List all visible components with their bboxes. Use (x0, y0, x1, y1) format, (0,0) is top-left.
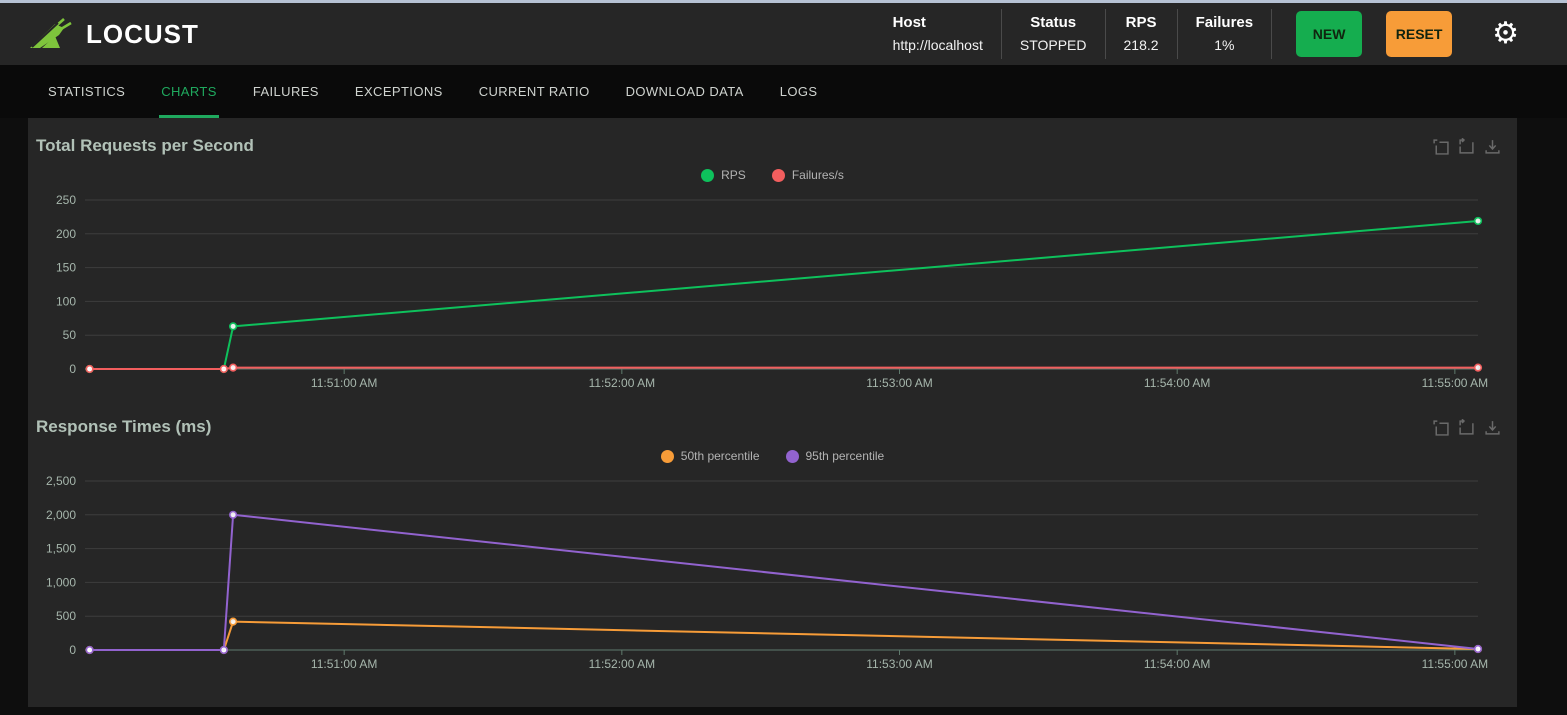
chart-title: Total Requests per Second (36, 136, 254, 155)
legend-label: Failures/s (791, 168, 844, 182)
stat-value: 218.2 (1123, 37, 1159, 53)
data-point-marker (85, 364, 94, 374)
stat-value: http://localhost (892, 37, 983, 53)
restore-icon[interactable] (1458, 419, 1475, 436)
y-axis-tick-label: 50 (63, 328, 77, 342)
tab-failures[interactable]: FAILURES (251, 65, 321, 118)
response-times-chart-canvas[interactable]: 0 500 1,000 1,500 2,000 2,500 11:51:00 AM 11:52… (28, 471, 1517, 686)
data-point-marker (228, 363, 238, 372)
data-point-marker (1473, 216, 1483, 226)
y-axis-tick-label: 200 (56, 227, 76, 241)
legend-label: 95th percentile (805, 449, 885, 463)
app-header: LOCUST Host http://localhost Status STOPPED… (0, 3, 1567, 65)
x-axis-tick-label: 11:52:00 AM (589, 376, 656, 390)
stat-value: 1% (1214, 37, 1235, 53)
chart-legend: 50th percentile 95th percentile (28, 445, 1517, 467)
stat-rps: RPS 218.2 (1106, 9, 1178, 59)
legend-dot (785, 449, 799, 463)
legend-label: RPS (721, 168, 746, 182)
tab-exceptions[interactable]: EXCEPTIONS (353, 65, 445, 118)
y-axis-tick-label: 250 (56, 193, 76, 207)
tab-statistics[interactable]: STATISTICS (46, 65, 127, 118)
reset-button[interactable]: RESET (1386, 11, 1453, 57)
data-point-marker (228, 322, 238, 331)
y-axis-tick-label: 150 (56, 261, 76, 275)
stat-failures: Failures 1% (1178, 9, 1273, 59)
y-axis-tick-label: 0 (69, 643, 76, 657)
chart-title: Response Times (ms) (36, 417, 212, 436)
tab-logs[interactable]: LOGS (778, 65, 820, 118)
x-axis-tick-label: 11:54:00 AM (1144, 657, 1211, 671)
legend-dot (701, 168, 715, 182)
data-point-marker (1473, 644, 1483, 654)
chart-panel-response-times: Response Times (ms) 50th percentile 95th p… (28, 405, 1517, 686)
x-axis-tick-label: 11:51:00 AM (311, 376, 378, 390)
y-axis-tick-label: 1,500 (46, 542, 76, 556)
chart-legend: RPS Failures/s (28, 164, 1517, 186)
y-axis-tick-label: 1,000 (46, 575, 76, 589)
x-axis-tick-label: 11:51:00 AM (311, 657, 378, 671)
chart-toolbox (1432, 419, 1501, 436)
legend-item-95th-percentile[interactable]: 95th percentile (785, 449, 885, 463)
y-axis-tick-label: 100 (56, 294, 76, 308)
legend-item-50th-percentile[interactable]: 50th percentile (660, 449, 760, 463)
data-point-marker (219, 645, 228, 655)
stat-host: Host http://localhost (875, 9, 1002, 59)
x-axis-tick-label: 11:54:00 AM (1144, 376, 1211, 390)
data-point-marker (1473, 363, 1483, 372)
chart-panel-total-rps: Total Requests per Second RPS Failures/s 0 5… (28, 124, 1517, 405)
stat-status: Status STOPPED (1002, 9, 1106, 59)
x-axis-tick-label: 11:55:00 AM (1422, 657, 1489, 671)
gear-icon[interactable]: ⚙ (1492, 19, 1519, 49)
y-axis-tick-label: 2,000 (46, 508, 76, 522)
y-axis-tick-label: 0 (69, 362, 76, 376)
stat-label: Host (892, 14, 926, 31)
tab-charts[interactable]: CHARTS (159, 65, 219, 118)
tab-download-data[interactable]: DOWNLOAD DATA (624, 65, 746, 118)
legend-item-failures-s[interactable]: Failures/s (771, 168, 844, 182)
logo-text: LOCUST (86, 18, 199, 49)
data-point-marker (85, 645, 94, 655)
new-button[interactable]: NEW (1296, 11, 1363, 57)
chart-toolbox (1432, 138, 1501, 155)
header-stats: Host http://localhost Status STOPPED RPS 218.… (875, 9, 1273, 59)
data-point-marker (219, 364, 228, 374)
x-axis-tick-label: 11:53:00 AM (866, 657, 933, 671)
rps-chart-canvas[interactable]: 0 50 100 150 200 250 11:51:00 AM 11:52:00 AM 11:… (28, 190, 1517, 405)
data-zoom-icon[interactable] (1432, 138, 1449, 155)
stat-label: Failures (1195, 14, 1254, 31)
x-axis-tick-label: 11:55:00 AM (1422, 376, 1489, 390)
restore-icon[interactable] (1458, 138, 1475, 155)
y-axis-tick-label: 500 (56, 609, 76, 623)
legend-label: 50th percentile (680, 449, 760, 463)
x-axis-tick-label: 11:52:00 AM (589, 657, 656, 671)
stat-value: STOPPED (1019, 37, 1087, 53)
data-point-marker (228, 617, 238, 626)
data-zoom-icon[interactable] (1432, 419, 1449, 436)
save-image-icon[interactable] (1484, 419, 1501, 436)
y-axis-tick-label: 2,500 (46, 474, 76, 488)
stat-label: RPS (1125, 14, 1157, 31)
tab-bar: STATISTICS CHARTS FAILURES EXCEPTIONS CURREN… (0, 65, 1567, 118)
tab-current-ratio[interactable]: CURRENT RATIO (477, 65, 592, 118)
legend-dot (771, 168, 785, 182)
stat-label: Status (1030, 14, 1077, 31)
legend-dot (660, 449, 674, 463)
charts-container: Total Requests per Second RPS Failures/s 0 5… (28, 118, 1517, 707)
locust-icon (30, 18, 72, 48)
data-point-marker (228, 510, 238, 519)
save-image-icon[interactable] (1484, 138, 1501, 155)
locust-logo[interactable]: LOCUST (28, 17, 199, 51)
legend-item-rps[interactable]: RPS (701, 168, 746, 182)
x-axis-tick-label: 11:53:00 AM (866, 376, 933, 390)
